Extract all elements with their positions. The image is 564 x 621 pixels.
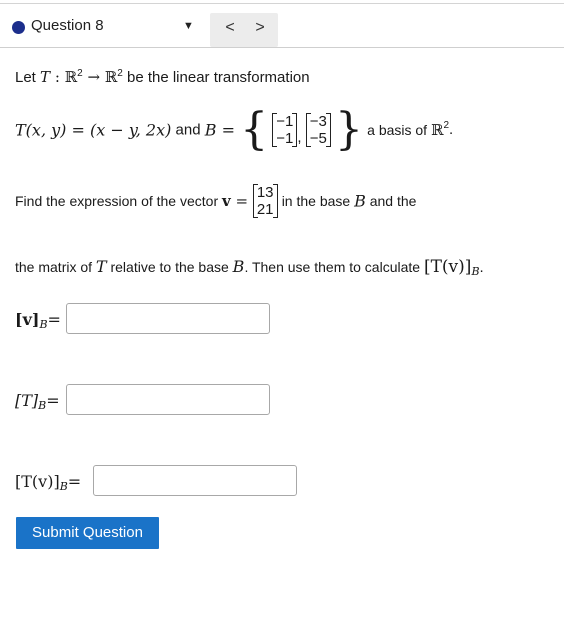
problem-line-4: the matrix of T relative to the base B. …	[15, 257, 484, 278]
problem-line-1: Let T : ℝ2 → ℝ2 be the linear transforma…	[15, 68, 310, 86]
period: .	[479, 259, 484, 276]
math-Tv: [T(v)]	[423, 257, 472, 277]
vB-label: [v]B=	[15, 310, 61, 331]
question-nav: < >	[210, 13, 278, 47]
text-find: Find the expression of the vector	[15, 193, 222, 209]
brace-close: }	[334, 104, 363, 155]
math-R: ℝ	[104, 68, 118, 86]
math-transformation: T(x, y) = (x − y, 2x)	[15, 120, 172, 140]
TvB-label: [T(v)]B=	[15, 472, 81, 493]
math-B: B =	[204, 120, 241, 140]
text-rest: be the linear transformation	[122, 69, 310, 86]
vB-sub: B	[39, 318, 48, 331]
basis2-top: −3	[309, 113, 327, 130]
vB-eq: =	[47, 310, 61, 329]
TvB-answer-input[interactable]	[93, 465, 297, 496]
text-matrix-of: the matrix of	[15, 259, 96, 275]
question-header: Question 8 ▼ < >	[0, 4, 564, 48]
math-sub-B: B	[471, 265, 480, 278]
v-top: 13	[256, 184, 274, 201]
text-let: Let	[15, 69, 36, 86]
comma: ,	[297, 128, 302, 146]
text-relative: relative to the base	[106, 259, 233, 275]
question-status-dot	[12, 21, 25, 34]
problem-line-2: T(x, y) = (x − y, 2x) and B = { −1 −1, −3…	[15, 108, 453, 152]
basis-vector-1: −1 −1	[272, 113, 298, 147]
math-colon: :	[50, 68, 65, 86]
period: .	[449, 120, 454, 138]
math-v: v	[222, 192, 231, 210]
math-T: T	[95, 257, 107, 276]
submit-question-button[interactable]: Submit Question	[16, 517, 159, 549]
math-B: B	[354, 191, 366, 211]
vB-text: [v]	[15, 310, 40, 329]
basis1-top: −1	[276, 113, 294, 130]
math-eq: =	[230, 192, 253, 210]
TvB-eq: =	[67, 472, 82, 491]
prev-question-button[interactable]: <	[218, 19, 242, 37]
math-T: T	[40, 68, 51, 86]
math-R: ℝ	[64, 68, 78, 86]
vector-v: 13 21	[252, 184, 278, 218]
text-and: and	[171, 121, 205, 139]
next-question-button[interactable]: >	[248, 19, 272, 37]
math-B: B	[232, 257, 245, 276]
question-dropdown-chevron-icon[interactable]: ▼	[183, 20, 194, 32]
TB-text: [T]	[15, 391, 39, 410]
math-R: ℝ	[430, 121, 444, 139]
brace-open: {	[240, 104, 269, 155]
math-arrow: →	[82, 68, 105, 86]
basis2-bottom: −5	[309, 130, 327, 147]
text-and-the: and the	[365, 193, 417, 209]
basis-vector-2: −3 −5	[305, 113, 331, 147]
TB-answer-input[interactable]	[66, 384, 270, 415]
text-then: . Then use them to calculate	[244, 259, 424, 275]
problem-line-3: Find the expression of the vector v = 13…	[15, 184, 416, 218]
question-title: Question 8	[31, 17, 104, 34]
TvB-text: [T(v)]	[15, 472, 60, 491]
TB-eq: =	[46, 391, 60, 410]
basis1-bottom: −1	[276, 130, 294, 147]
text-basis-of: a basis of	[367, 122, 431, 138]
vB-answer-input[interactable]	[66, 303, 270, 334]
TB-label: [T]B=	[15, 391, 60, 412]
text-in-base: in the base	[281, 193, 355, 209]
v-bottom: 21	[256, 201, 274, 218]
TvB-sub: B	[59, 480, 68, 493]
